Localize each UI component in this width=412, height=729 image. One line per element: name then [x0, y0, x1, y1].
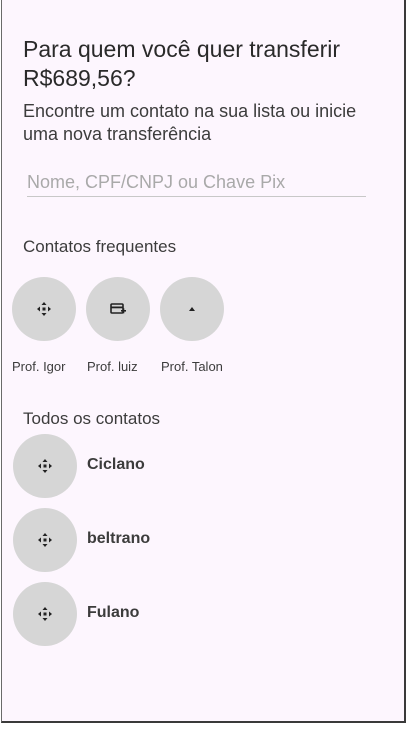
avatar[interactable] [160, 277, 224, 341]
avatar[interactable] [13, 434, 77, 498]
all-contacts-label: Todos os contatos [23, 409, 161, 428]
frequent-contact-name: Prof. luiz [87, 359, 138, 374]
contact-name: beltrano [87, 530, 151, 547]
move-arrows-icon [37, 458, 53, 474]
search-input[interactable] [27, 168, 366, 197]
avatar[interactable] [13, 582, 77, 646]
frequent-contact-talon[interactable]: Prof. Talon [160, 277, 240, 377]
contact-row-ciclano[interactable]: Ciclano [13, 434, 393, 500]
frequent-contact-luiz[interactable]: Prof. luiz [86, 277, 166, 377]
contact-row-fulano[interactable]: Fulano [13, 582, 393, 648]
contact-name: Ciclano [87, 456, 145, 473]
avatar[interactable] [86, 277, 150, 341]
frequent-contact-name: Prof. Igor [12, 359, 66, 374]
move-arrows-icon [37, 532, 53, 548]
avatar[interactable] [13, 508, 77, 572]
move-arrows-icon [37, 606, 53, 622]
avatar[interactable] [12, 277, 76, 341]
transfer-screen: Para quem você quer transferir R$689,56?… [1, 0, 406, 723]
frequent-contact-igor[interactable]: Prof. Igor [12, 277, 92, 377]
contact-row-beltrano[interactable]: beltrano [13, 508, 393, 574]
page-title: Para quem você quer transferir R$689,56? [23, 36, 341, 91]
page-subtitle: Encontre um contato na sua lista ou inic… [23, 101, 357, 144]
card-add-icon [110, 302, 126, 316]
frequent-contact-name: Prof. Talon [161, 359, 223, 374]
caret-up-icon [187, 306, 197, 312]
frequent-contacts-label: Contatos frequentes [23, 237, 177, 256]
contact-name: Fulano [87, 604, 140, 621]
move-arrows-icon [36, 301, 52, 317]
